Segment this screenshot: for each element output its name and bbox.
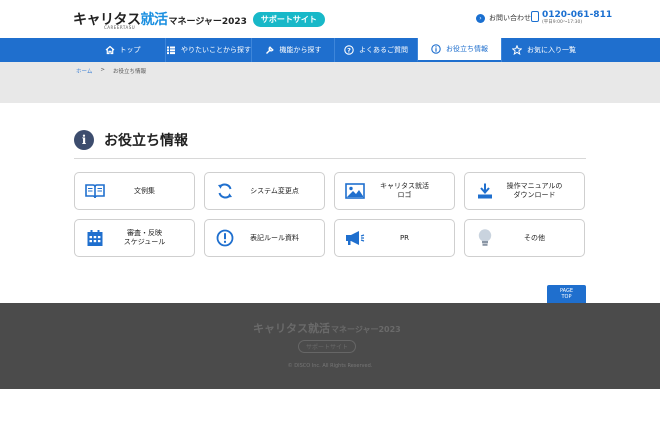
svg-text:?: ? bbox=[347, 46, 351, 54]
tile-label: PR bbox=[399, 233, 410, 242]
nav-label: やりたいことから探す bbox=[181, 46, 251, 54]
question-icon: ? bbox=[344, 45, 354, 55]
image-icon bbox=[345, 181, 365, 201]
site-footer: キャリタス就活 マネージャー2023 サポートサイト © DISCO Inc. … bbox=[0, 303, 660, 389]
nav-label: お気に入り一覧 bbox=[527, 46, 576, 54]
alert-icon bbox=[215, 228, 235, 248]
footer-logo-sub: マネージャー2023 bbox=[331, 325, 401, 334]
logo-tagline: CAREERTASU bbox=[104, 25, 136, 30]
tile-review-schedule[interactable]: 審査・反映 スケジュール bbox=[74, 219, 195, 257]
copyright: © DISCO Inc. All Rights Reserved. bbox=[287, 363, 373, 369]
lightbulb-icon bbox=[475, 228, 495, 248]
book-icon bbox=[85, 181, 105, 201]
footer-support-badge: サポートサイト bbox=[298, 340, 357, 353]
tile-example-sentences[interactable]: 文例集 bbox=[74, 172, 195, 210]
tile-pr[interactable]: PR bbox=[334, 219, 455, 257]
support-site-badge: サポートサイト bbox=[252, 11, 325, 27]
tile-label: 表記ルール資料 bbox=[250, 233, 299, 242]
nav-item-faq[interactable]: ? よくあるご質問 bbox=[334, 38, 417, 62]
nav-label: トップ bbox=[119, 46, 141, 54]
star-icon bbox=[512, 45, 522, 55]
list-icon bbox=[166, 45, 176, 55]
download-icon bbox=[475, 181, 495, 201]
phone-info: 0120-061-811 (平日9:00〜17:30) bbox=[531, 10, 612, 26]
phone-number: 0120-061-811 bbox=[542, 10, 613, 20]
nav-item-by-goal[interactable]: やりたいことから探す bbox=[165, 38, 251, 62]
breadcrumb-current: お役立ち情報 bbox=[112, 69, 146, 75]
contact-label: お問い合わせ bbox=[489, 14, 531, 22]
chevron-right-icon: › bbox=[476, 13, 485, 23]
footer-logo-main: キャリタス就活 bbox=[253, 322, 330, 335]
nav-item-by-feature[interactable]: 機能から探す bbox=[251, 38, 334, 62]
tile-label: システム変更点 bbox=[250, 186, 299, 195]
nav-item-top[interactable]: トップ bbox=[80, 38, 165, 62]
site-header: キャリタス就活 マネージャー2023 サポートサイト CAREERTASU › … bbox=[0, 0, 660, 38]
home-icon bbox=[105, 45, 115, 55]
breadcrumb-home-link[interactable]: ホーム bbox=[76, 67, 92, 75]
phone-icon bbox=[531, 11, 539, 22]
info-tile-grid: 文例集 システム変更点 キャリタス就活 ロゴ 操作マニュアルの ダウンロード 審… bbox=[74, 172, 587, 257]
refresh-icon bbox=[215, 181, 235, 201]
tile-label: 文例集 bbox=[134, 186, 155, 195]
calendar-icon bbox=[85, 228, 105, 248]
tile-label: 審査・反映 スケジュール bbox=[123, 229, 166, 246]
global-nav: トップ やりたいことから探す 機能から探す ? よくあるご質問 お役立ち情報 お… bbox=[0, 38, 660, 62]
nav-item-favorites[interactable]: お気に入り一覧 bbox=[501, 38, 586, 62]
tile-label: その他 bbox=[524, 233, 545, 242]
nav-label: よくあるご質問 bbox=[359, 46, 408, 54]
nav-label: 機能から探す bbox=[279, 46, 322, 54]
tile-others[interactable]: その他 bbox=[464, 219, 585, 257]
breadcrumb: ホーム > お役立ち情報 bbox=[76, 67, 146, 75]
logo-subtitle: マネージャー2023 bbox=[168, 17, 247, 27]
info-icon bbox=[431, 44, 441, 54]
page-top-button[interactable]: PAGE TOP bbox=[547, 285, 586, 303]
phone-hours: (平日9:00〜17:30) bbox=[542, 20, 583, 25]
tile-label: キャリタス就活 ロゴ bbox=[380, 182, 429, 199]
info-icon: i bbox=[74, 130, 94, 150]
tile-manual-download[interactable]: 操作マニュアルの ダウンロード bbox=[464, 172, 585, 210]
page-title: お役立ち情報 bbox=[104, 133, 188, 149]
breadcrumb-separator: > bbox=[100, 67, 105, 73]
nav-item-useful-info[interactable]: お役立ち情報 bbox=[417, 38, 501, 62]
tile-careertasu-logo[interactable]: キャリタス就活 ロゴ bbox=[334, 172, 455, 210]
nav-label: お役立ち情報 bbox=[446, 45, 488, 53]
contact-link[interactable]: › お問い合わせ bbox=[476, 13, 531, 23]
tile-label: 操作マニュアルの ダウンロード bbox=[506, 182, 563, 199]
tile-notation-rules[interactable]: 表記ルール資料 bbox=[204, 219, 325, 257]
page-title-row: i お役立ち情報 bbox=[74, 128, 586, 159]
wrench-icon bbox=[265, 45, 275, 55]
megaphone-icon bbox=[345, 228, 365, 248]
tile-system-changes[interactable]: システム変更点 bbox=[204, 172, 325, 210]
footer-logo[interactable]: キャリタス就活 マネージャー2023 bbox=[253, 320, 401, 336]
